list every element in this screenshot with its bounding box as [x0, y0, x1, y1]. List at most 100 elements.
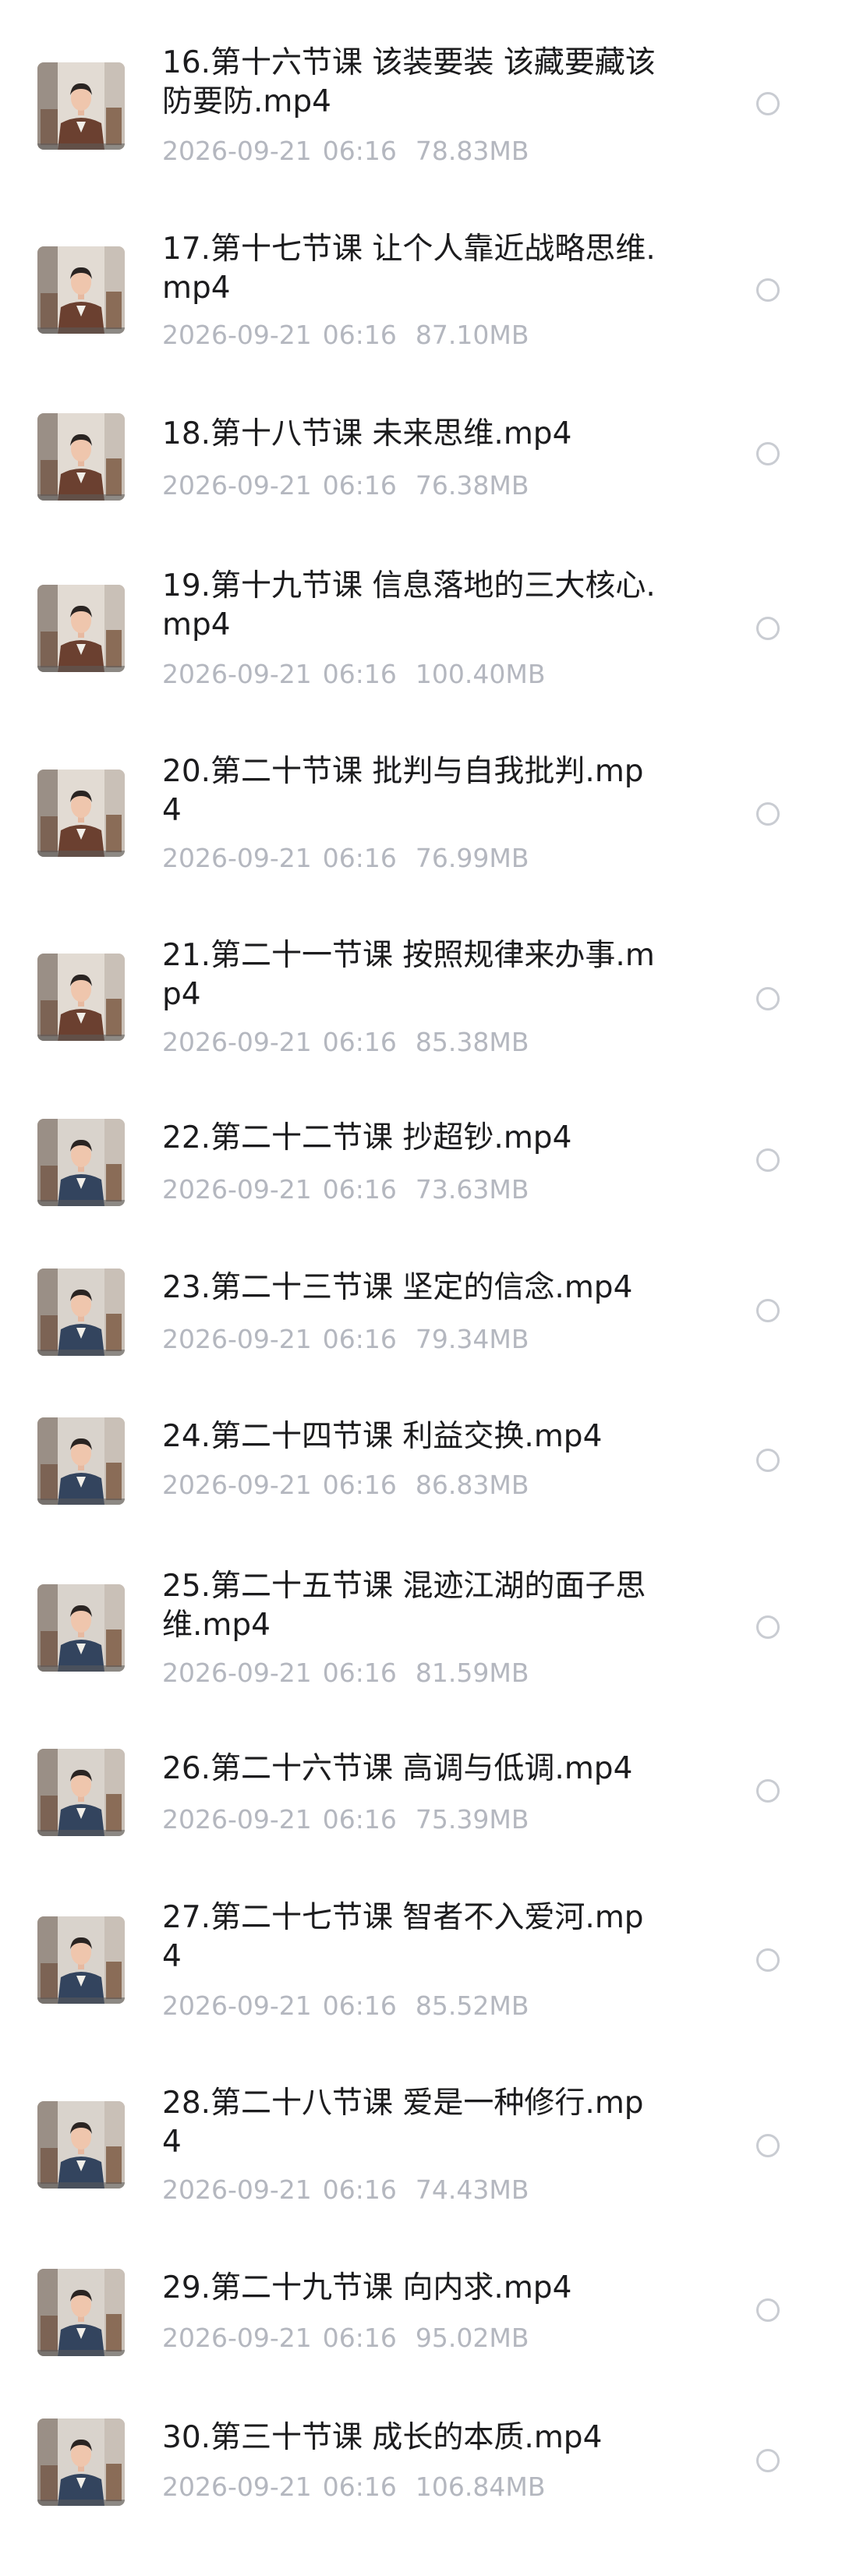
video-thumbnail-icon[interactable]: [37, 770, 125, 857]
file-time: 06:16: [322, 659, 397, 689]
file-meta: 2026-09-21 06:16 85.38MB: [162, 1027, 529, 1058]
file-time: 06:16: [322, 1324, 397, 1354]
video-thumbnail-icon[interactable]: [37, 2419, 125, 2506]
file-time: 06:16: [322, 320, 397, 350]
radio-button-icon[interactable]: [756, 802, 780, 826]
file-name[interactable]: 18.第十八节课 未来思维.mp4: [162, 415, 661, 454]
radio-button-icon[interactable]: [756, 1615, 780, 1639]
file-size: 78.83MB: [415, 136, 529, 166]
file-name[interactable]: 26.第二十六节课 高调与低调.mp4: [162, 1750, 661, 1789]
video-thumbnail-icon[interactable]: [37, 1119, 125, 1206]
file-date: 2026-09-21: [162, 2472, 312, 2502]
file-date: 2026-09-21: [162, 1027, 312, 1057]
radio-button-icon[interactable]: [756, 1449, 780, 1472]
file-size: 79.34MB: [415, 1324, 529, 1354]
file-name[interactable]: 24.第二十四节课 利益交换.mp4: [162, 1417, 661, 1456]
file-date: 2026-09-21: [162, 1470, 312, 1500]
file-date: 2026-09-21: [162, 2323, 312, 2353]
file-meta: 2026-09-21 06:16 86.83MB: [162, 1470, 529, 1501]
file-time: 06:16: [322, 2323, 397, 2353]
file-time: 06:16: [322, 2472, 397, 2502]
file-date: 2026-09-21: [162, 1174, 312, 1205]
radio-button-icon[interactable]: [756, 1148, 780, 1172]
file-time: 06:16: [322, 1027, 397, 1057]
radio-button-icon[interactable]: [756, 987, 780, 1010]
file-size: 74.43MB: [415, 2174, 529, 2205]
file-meta: 2026-09-21 06:16 76.38MB: [162, 470, 529, 501]
file-meta: 2026-09-21 06:16 76.99MB: [162, 843, 529, 874]
file-meta: 2026-09-21 06:16 87.10MB: [162, 320, 529, 351]
video-thumbnail-icon[interactable]: [37, 1269, 125, 1356]
file-meta: 2026-09-21 06:16 85.52MB: [162, 1990, 529, 2022]
radio-button-icon[interactable]: [756, 617, 780, 640]
file-name[interactable]: 16.第十六节课 该装要装 该藏要藏该防要防.mp4: [162, 44, 661, 122]
radio-button-icon[interactable]: [756, 1948, 780, 1972]
file-meta: 2026-09-21 06:16 100.40MB: [162, 659, 545, 690]
video-thumbnail-icon[interactable]: [37, 2269, 125, 2356]
radio-button-icon[interactable]: [756, 2449, 780, 2472]
file-date: 2026-09-21: [162, 1658, 312, 1688]
radio-button-icon[interactable]: [756, 278, 780, 302]
file-size: 87.10MB: [415, 320, 529, 350]
file-name[interactable]: 23.第二十三节课 坚定的信念.mp4: [162, 1269, 661, 1307]
video-thumbnail-icon[interactable]: [37, 1417, 125, 1505]
file-date: 2026-09-21: [162, 470, 312, 501]
file-size: 81.59MB: [415, 1658, 529, 1688]
video-thumbnail-icon[interactable]: [37, 246, 125, 334]
radio-button-icon[interactable]: [756, 1299, 780, 1322]
file-date: 2026-09-21: [162, 1324, 312, 1354]
file-time: 06:16: [322, 470, 397, 501]
file-time: 06:16: [322, 1990, 397, 2021]
radio-button-icon[interactable]: [756, 92, 780, 115]
file-date: 2026-09-21: [162, 320, 312, 350]
file-name[interactable]: 28.第二十八节课 爱是一种修行.mp4: [162, 2084, 661, 2162]
file-date: 2026-09-21: [162, 2174, 312, 2205]
file-date: 2026-09-21: [162, 1990, 312, 2021]
file-size: 73.63MB: [415, 1174, 529, 1205]
file-size: 76.99MB: [415, 843, 529, 873]
file-name[interactable]: 22.第二十二节课 抄超钞.mp4: [162, 1119, 661, 1158]
file-size: 76.38MB: [415, 470, 529, 501]
file-size: 86.83MB: [415, 1470, 529, 1500]
file-name[interactable]: 30.第三十节课 成长的本质.mp4: [162, 2419, 661, 2457]
file-time: 06:16: [322, 1804, 397, 1835]
file-name[interactable]: 21.第二十一节课 按照规律来办事.mp4: [162, 936, 661, 1014]
file-name[interactable]: 27.第二十七节课 智者不入爱河.mp4: [162, 1898, 661, 1976]
file-time: 06:16: [322, 1174, 397, 1205]
file-date: 2026-09-21: [162, 659, 312, 689]
video-thumbnail-icon[interactable]: [37, 2101, 125, 2189]
video-thumbnail-icon[interactable]: [37, 1584, 125, 1672]
video-thumbnail-icon[interactable]: [37, 1916, 125, 2004]
file-date: 2026-09-21: [162, 843, 312, 873]
file-time: 06:16: [322, 136, 397, 166]
file-size: 95.02MB: [415, 2323, 529, 2353]
file-size: 106.84MB: [415, 2472, 546, 2502]
radio-button-icon[interactable]: [756, 2134, 780, 2157]
file-meta: 2026-09-21 06:16 74.43MB: [162, 2174, 529, 2206]
file-time: 06:16: [322, 1470, 397, 1500]
file-meta: 2026-09-21 06:16 73.63MB: [162, 1174, 529, 1205]
video-thumbnail-icon[interactable]: [37, 413, 125, 501]
file-time: 06:16: [322, 2174, 397, 2205]
video-thumbnail-icon[interactable]: [37, 62, 125, 150]
file-date: 2026-09-21: [162, 136, 312, 166]
file-meta: 2026-09-21 06:16 106.84MB: [162, 2472, 545, 2503]
file-name[interactable]: 29.第二十九节课 向内求.mp4: [162, 2269, 661, 2308]
radio-button-icon[interactable]: [756, 2298, 780, 2322]
file-meta: 2026-09-21 06:16 75.39MB: [162, 1804, 529, 1835]
radio-button-icon[interactable]: [756, 442, 780, 465]
file-size: 85.52MB: [415, 1990, 529, 2021]
file-meta: 2026-09-21 06:16 78.83MB: [162, 136, 529, 167]
file-name[interactable]: 17.第十七节课 让个人靠近战略思维.mp4: [162, 230, 661, 308]
file-name[interactable]: 25.第二十五节课 混迹江湖的面子思维.mp4: [162, 1567, 661, 1645]
radio-button-icon[interactable]: [756, 1779, 780, 1803]
file-name[interactable]: 19.第十九节课 信息落地的三大核心.mp4: [162, 567, 661, 645]
file-meta: 2026-09-21 06:16 81.59MB: [162, 1658, 529, 1689]
file-meta: 2026-09-21 06:16 95.02MB: [162, 2323, 529, 2354]
file-meta: 2026-09-21 06:16 79.34MB: [162, 1324, 529, 1355]
file-time: 06:16: [322, 1658, 397, 1688]
file-name[interactable]: 20.第二十节课 批判与自我批判.mp4: [162, 752, 661, 830]
video-thumbnail-icon[interactable]: [37, 1749, 125, 1836]
video-thumbnail-icon[interactable]: [37, 585, 125, 672]
video-thumbnail-icon[interactable]: [37, 954, 125, 1041]
